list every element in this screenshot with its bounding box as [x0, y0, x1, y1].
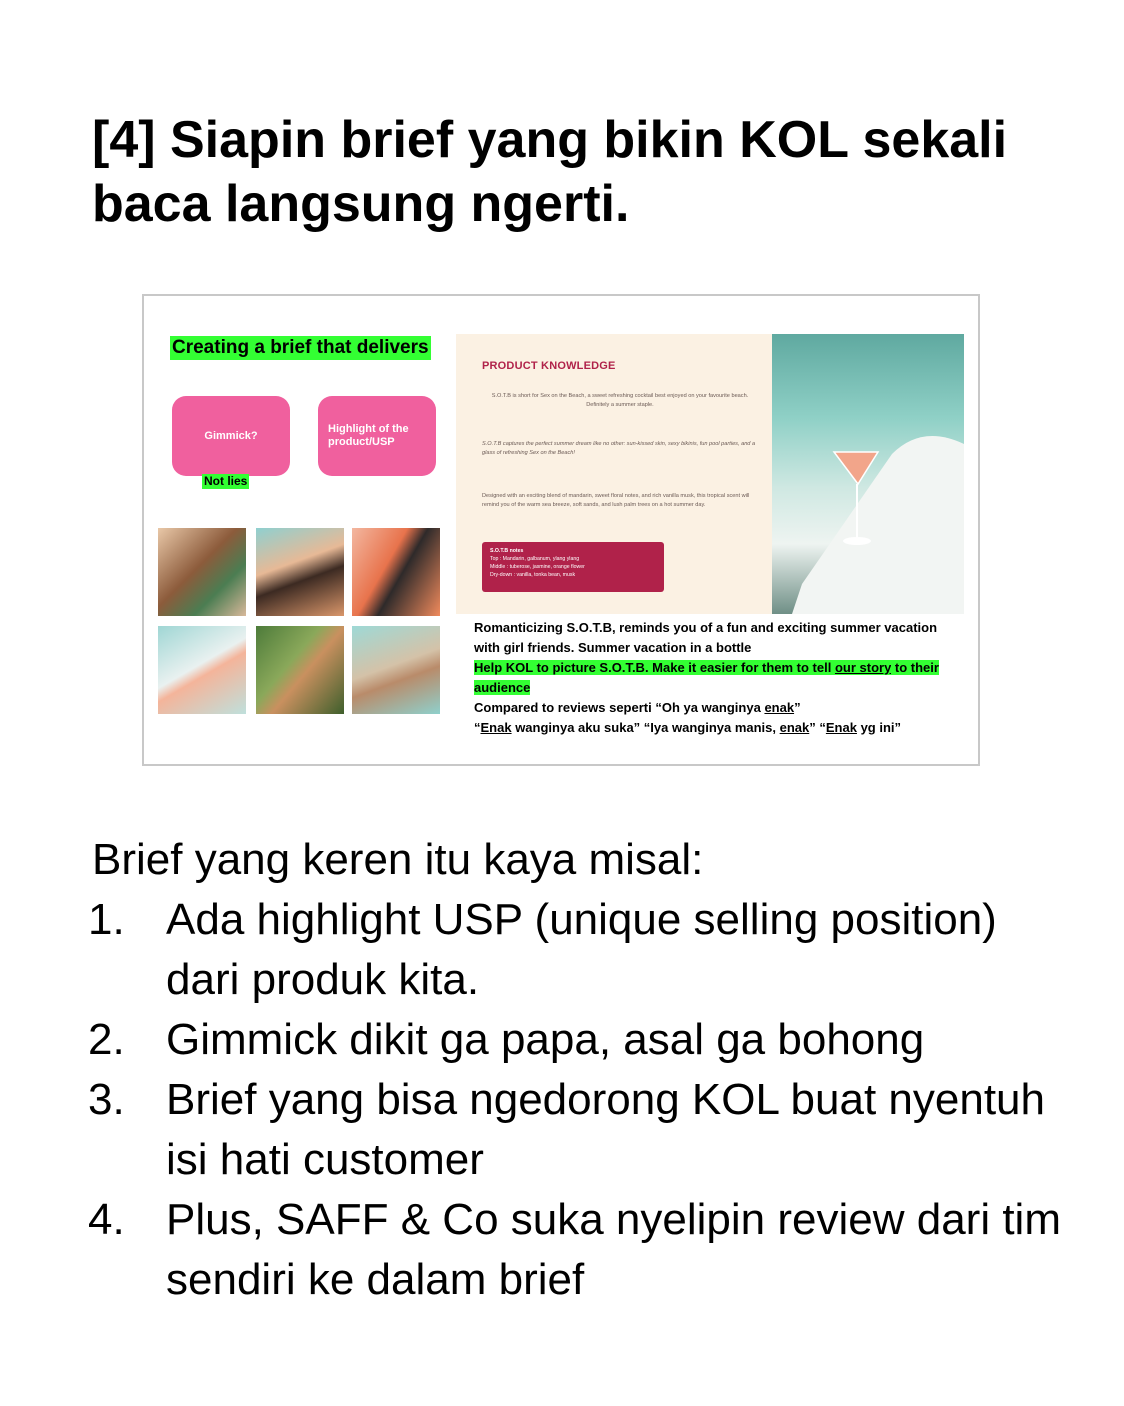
product-knowledge-panel: PRODUCT KNOWLEDGE S.O.T.B is short for S… [456, 334, 772, 614]
gimmick-pill: Gimmick? [172, 396, 290, 476]
scent-notes-title: S.O.T.B notes [490, 548, 524, 554]
model-photo-5 [352, 626, 440, 714]
brief-slide-image: Creating a brief that delivers Gimmick? … [142, 294, 980, 766]
body-text: Brief yang keren itu kaya misal: 1. Ada h… [88, 830, 1072, 1310]
body-intro: Brief yang keren itu kaya misal: [92, 835, 704, 884]
cocktail-pool-photo [772, 334, 964, 614]
usp-pill-label: Highlight of the product/USP [328, 423, 409, 448]
product-knowledge-intro: S.O.T.B is short for Sex on the Beach, a… [491, 393, 749, 408]
scent-note-drydown: Dry-down : vanilla, tonka bean, musk [490, 572, 576, 578]
caption-compared: Compared to reviews seperti “Oh ya wangi… [474, 700, 801, 715]
slide-title: Creating a brief that delivers [170, 336, 431, 360]
caption-reviews: “Enak wanginya aku suka” “Iya wanginya m… [474, 720, 902, 735]
slide-caption: Romanticizing S.O.T.B, reminds you of a … [474, 618, 954, 738]
caption-romanticizing: Romanticizing S.O.T.B, reminds you of a … [474, 620, 938, 655]
scent-note-top: Top : Mandarin, galbanum, ylang ylang [490, 556, 580, 562]
model-photo-3 [352, 528, 440, 616]
gimmick-pill-label: Gimmick? [204, 430, 258, 442]
product-knowledge-title: PRODUCT KNOWLEDGE [482, 360, 616, 372]
list-item: 1. Ada highlight USP (unique selling posi… [88, 895, 997, 1004]
scent-notes-box: S.O.T.B notes Top : Mandarin, galbanum, … [482, 542, 664, 592]
list-item: 2. Gimmick dikit ga papa, asal ga bohong [88, 1015, 925, 1064]
cocktail-photo [158, 626, 246, 714]
not-lies-label: Not lies [202, 474, 250, 489]
caption-help-kol: Help KOL to picture S.O.T.B. Make it eas… [474, 660, 939, 695]
scent-note-middle: Middle : tuberose, jasmine, orange flowe… [490, 564, 585, 570]
model-photo-1 [158, 528, 246, 616]
page-heading: [4] Siapin brief yang bikin KOL sekali b… [92, 111, 1008, 233]
tips-list: 1. Ada highlight USP (unique selling posi… [88, 890, 1072, 1310]
list-item: 4. Plus, SAFF & Co suka nyelipin review d… [88, 1195, 1061, 1304]
product-knowledge-blend: Designed with an exciting blend of manda… [482, 493, 750, 508]
list-item: 3. Brief yang bisa ngedorong KOL buat nye… [88, 1075, 1045, 1184]
model-photo-2 [256, 528, 344, 616]
cocktail-glass-icon [792, 436, 964, 614]
product-knowledge-dream: S.O.T.B captures the perfect summer drea… [482, 441, 756, 456]
usp-pill: Highlight of the product/USP [318, 396, 436, 476]
model-photo-4 [256, 626, 344, 714]
